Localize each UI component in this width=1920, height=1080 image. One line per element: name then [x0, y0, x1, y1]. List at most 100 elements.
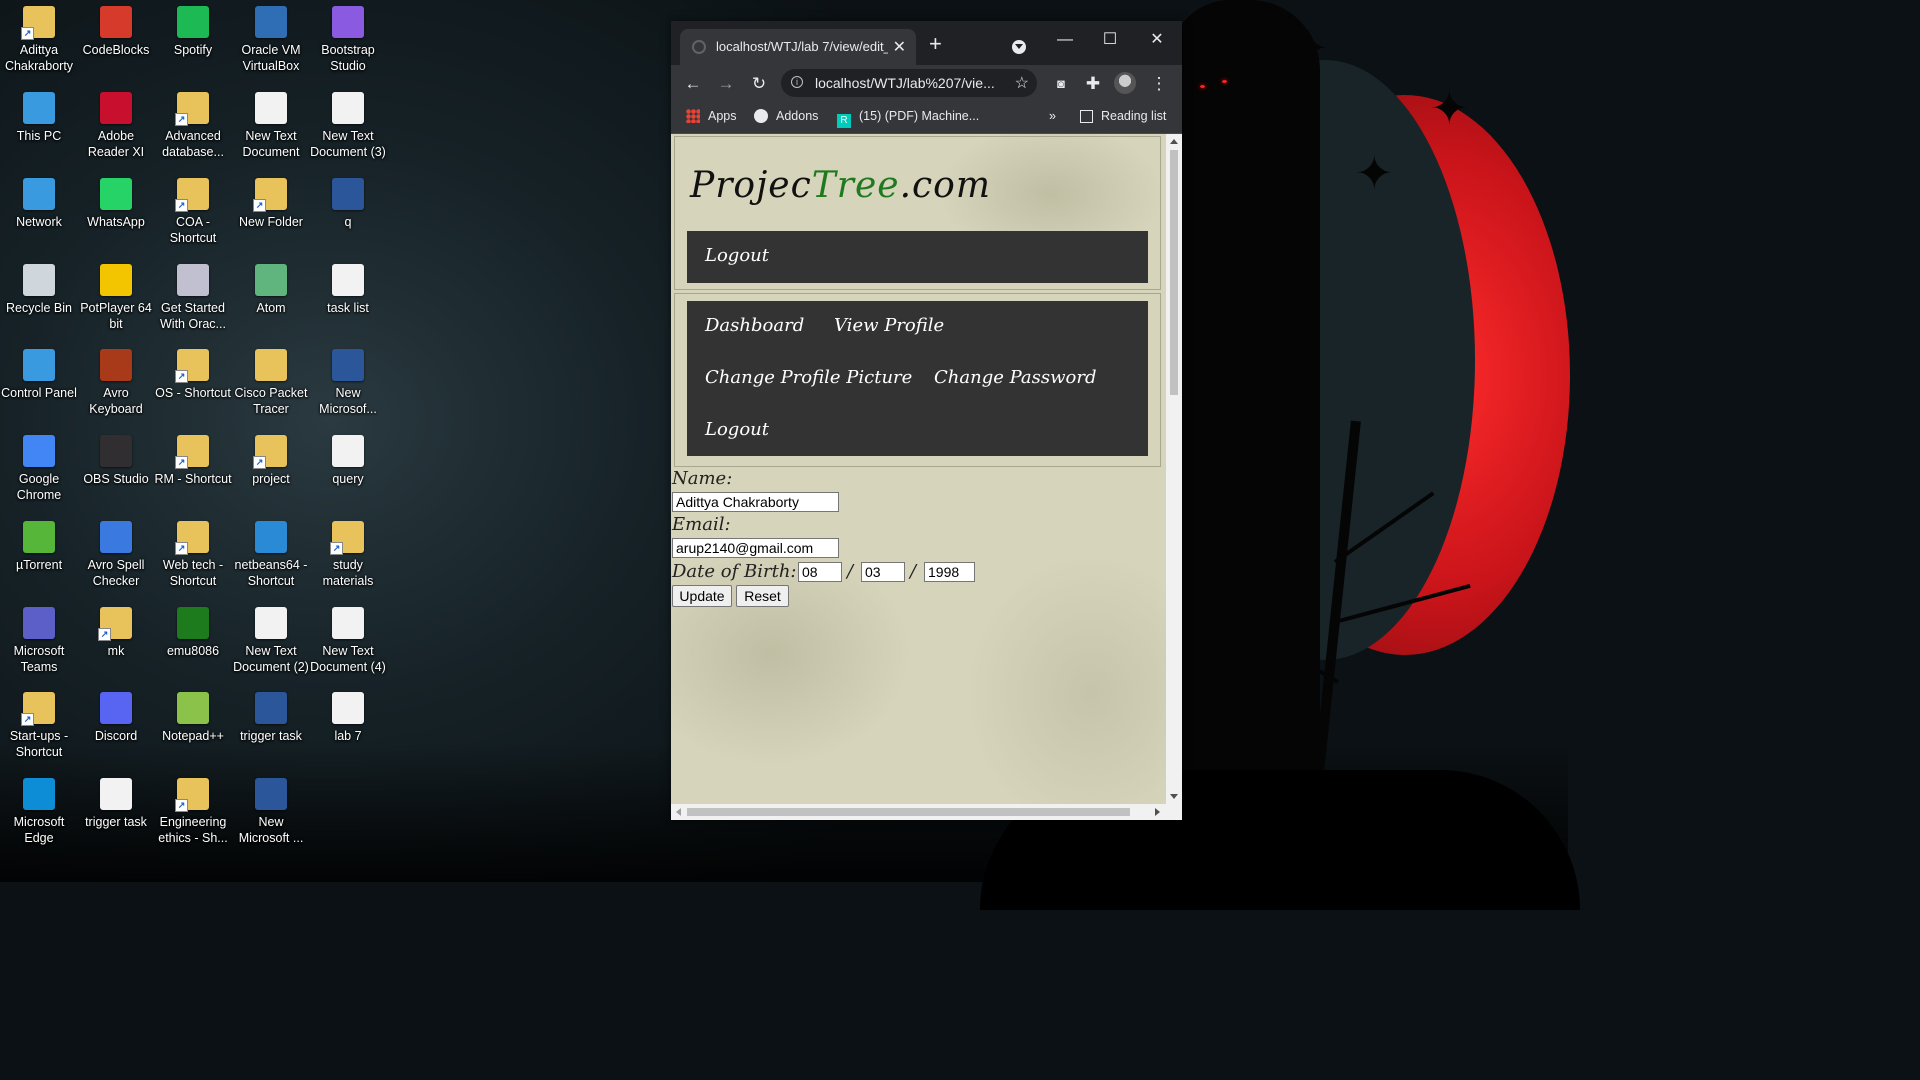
recycle-bin-icon	[23, 264, 55, 296]
tab-search-icon[interactable]	[1012, 40, 1026, 54]
desktop-icon[interactable]: ↗ OS - Shortcut	[154, 343, 232, 401]
desktop-icon[interactable]: ↗ Engineering ethics - Sh...	[154, 772, 232, 846]
back-button[interactable]: ←	[680, 71, 706, 97]
desktop-icon[interactable]: Spotify	[154, 0, 232, 58]
desktop-icon[interactable]: lab 7	[309, 686, 387, 744]
desktop-icon[interactable]: Oracle VM VirtualBox	[232, 0, 310, 74]
desktop-icon[interactable]: ↗ RM - Shortcut	[154, 429, 232, 487]
desktop-icon[interactable]: This PC	[0, 86, 78, 144]
bookmark-researchgate[interactable]: R (15) (PDF) Machine...	[837, 109, 979, 128]
desktop-icon[interactable]: Bootstrap Studio	[309, 0, 387, 74]
new-tab-button[interactable]: +	[929, 33, 942, 55]
scroll-right-arrow-icon[interactable]	[1155, 808, 1160, 816]
desktop-icon-label: New Text Document	[242, 129, 300, 159]
desktop-icon-label: RM - Shortcut	[154, 472, 232, 486]
desktop-icon[interactable]: CodeBlocks	[77, 0, 155, 58]
profile-avatar[interactable]	[1114, 72, 1136, 94]
desktop-icon[interactable]: query	[309, 429, 387, 487]
horizontal-scrollbar[interactable]	[671, 804, 1182, 820]
update-button[interactable]: Update	[672, 585, 732, 607]
screen-capture-icon[interactable]: ◙	[1048, 71, 1074, 97]
desktop-icon[interactable]: Network	[0, 172, 78, 230]
desktop-icon[interactable]: Microsoft Edge	[0, 772, 78, 846]
forward-button[interactable]: →	[713, 71, 739, 97]
bookmark-star-icon[interactable]: ☆	[1015, 73, 1029, 93]
nav-logout-top[interactable]: Logout	[705, 245, 769, 266]
desktop-icon[interactable]: ↗ Start-ups - Shortcut	[0, 686, 78, 760]
desktop-icon[interactable]: Cisco Packet Tracer	[232, 343, 310, 417]
desktop-icon[interactable]: Avro Spell Checker	[77, 515, 155, 589]
nav-change-password[interactable]: Change Password	[934, 367, 1096, 388]
close-window-button[interactable]: ✕	[1136, 25, 1178, 55]
desktop-icon[interactable]: PotPlayer 64 bit	[77, 258, 155, 332]
desktop-icon[interactable]: Adobe Reader XI	[77, 86, 155, 160]
scroll-left-arrow-icon[interactable]	[676, 808, 681, 816]
desktop-icon[interactable]: µTorrent	[0, 515, 78, 573]
dob-month-input[interactable]	[861, 562, 905, 582]
desktop-icon[interactable]: Microsoft Teams	[0, 601, 78, 675]
name-input[interactable]	[672, 492, 839, 512]
nav-change-profile-picture[interactable]: Change Profile Picture	[705, 367, 912, 388]
nav-dashboard[interactable]: Dashboard	[705, 315, 804, 336]
bookmark-apps[interactable]: Apps	[686, 109, 737, 123]
dob-year-input[interactable]	[924, 562, 975, 582]
desktop-icon[interactable]: New Text Document (2)	[232, 601, 310, 675]
desktop-icon[interactable]: netbeans64 - Shortcut	[232, 515, 310, 589]
bookmark-apps-label: Apps	[708, 109, 737, 123]
account-menu-box: Dashboard View Profile Change Profile Pi…	[674, 293, 1161, 467]
desktop-icon[interactable]: task list	[309, 258, 387, 316]
browser-tab[interactable]: localhost/WTJ/lab 7/view/edit_v ✕	[680, 29, 916, 65]
desktop-icon[interactable]: trigger task	[232, 686, 310, 744]
desktop-icon[interactable]: ↗ Web tech - Shortcut	[154, 515, 232, 589]
nav-view-profile[interactable]: View Profile	[834, 315, 944, 336]
menu-kebab-icon[interactable]: ⋮	[1146, 71, 1172, 97]
bookmarks-overflow-button[interactable]: »	[1049, 109, 1056, 123]
desktop-icon[interactable]: ↗ Adittya Chakraborty	[0, 0, 78, 74]
reading-list-button[interactable]: Reading list	[1080, 109, 1166, 123]
desktop-icon[interactable]: q	[309, 172, 387, 230]
desktop-icon[interactable]: New Microsof...	[309, 343, 387, 417]
vertical-scrollbar[interactable]	[1166, 134, 1182, 804]
horizontal-scroll-thumb[interactable]	[687, 808, 1130, 816]
whatsapp-icon	[100, 178, 132, 210]
desktop-icon[interactable]: ↗ COA - Shortcut	[154, 172, 232, 246]
scroll-down-arrow-icon[interactable]	[1170, 794, 1178, 799]
extensions-puzzle-icon[interactable]: ✚	[1080, 71, 1106, 97]
minimize-button[interactable]: —	[1044, 25, 1086, 55]
nav-logout[interactable]: Logout	[705, 419, 769, 440]
reload-button[interactable]: ↻	[746, 71, 772, 97]
desktop-icon[interactable]: Avro Keyboard	[77, 343, 155, 417]
desktop-icon[interactable]: New Text Document	[232, 86, 310, 160]
desktop-icon-label: netbeans64 - Shortcut	[234, 558, 308, 588]
desktop-icon[interactable]: Control Panel	[0, 343, 78, 401]
address-bar[interactable]: i localhost/WTJ/lab%207/vie... ☆	[781, 69, 1037, 97]
maximize-button[interactable]: ☐	[1089, 25, 1131, 55]
desktop-icon[interactable]: ↗ project	[232, 429, 310, 487]
close-tab-icon[interactable]: ✕	[893, 37, 906, 57]
desktop-icon[interactable]: Google Chrome	[0, 429, 78, 503]
dob-day-input[interactable]	[798, 562, 842, 582]
scroll-up-arrow-icon[interactable]	[1170, 139, 1178, 144]
vertical-scroll-thumb[interactable]	[1170, 150, 1178, 395]
desktop-icon[interactable]: trigger task	[77, 772, 155, 830]
desktop-icon[interactable]: Notepad++	[154, 686, 232, 744]
desktop-icon[interactable]: emu8086	[154, 601, 232, 659]
desktop-icon[interactable]: New Text Document (3)	[309, 86, 387, 160]
reset-button[interactable]: Reset	[736, 585, 789, 607]
email-input[interactable]	[672, 538, 839, 558]
desktop-icon[interactable]: OBS Studio	[77, 429, 155, 487]
desktop-icon[interactable]: ↗ study materials	[309, 515, 387, 589]
desktop-icon[interactable]: New Text Document (4)	[309, 601, 387, 675]
desktop-icon[interactable]: Atom	[232, 258, 310, 316]
desktop-icon[interactable]: Discord	[77, 686, 155, 744]
desktop-icon[interactable]: New Microsoft ...	[232, 772, 310, 846]
site-info-icon[interactable]: i	[791, 76, 803, 88]
site-logo[interactable]: ProjecTree.com	[690, 165, 991, 206]
desktop-icon[interactable]: ↗ Advanced database...	[154, 86, 232, 160]
desktop-icon[interactable]: ↗ mk	[77, 601, 155, 659]
bookmark-addons[interactable]: Addons	[754, 109, 818, 123]
desktop-icon[interactable]: Recycle Bin	[0, 258, 78, 316]
desktop-icon[interactable]: WhatsApp	[77, 172, 155, 230]
desktop-icon[interactable]: ↗ New Folder	[232, 172, 310, 230]
desktop-icon[interactable]: Get Started With Orac...	[154, 258, 232, 332]
